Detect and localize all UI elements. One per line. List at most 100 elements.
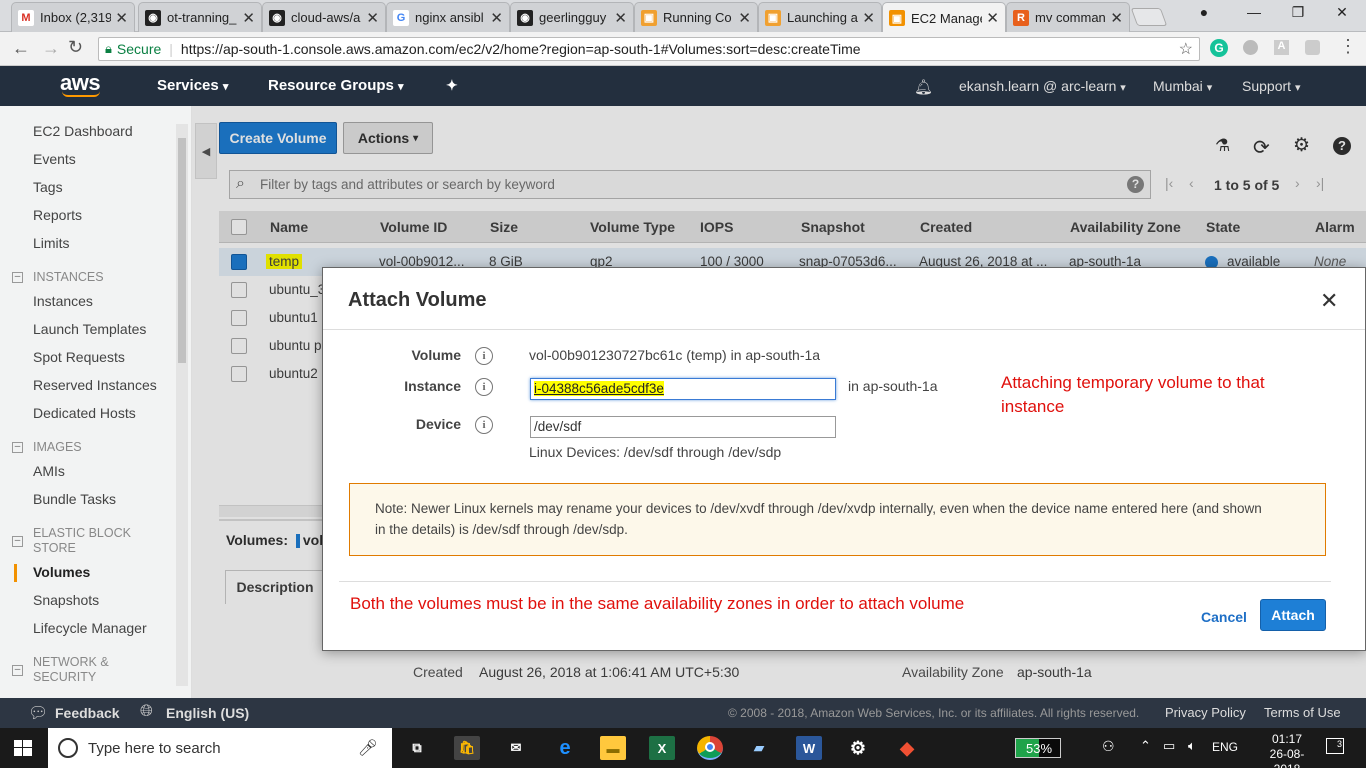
sidebar-item-amis[interactable]: AMIs (33, 463, 65, 479)
sidebar-item-spot-requests[interactable]: Spot Requests (33, 349, 125, 365)
feedback-link[interactable]: Feedback (55, 705, 120, 721)
language-selector[interactable]: English (US) (166, 705, 249, 721)
back-icon[interactable]: ← (12, 38, 30, 59)
extension-icon-2[interactable] (1305, 40, 1320, 55)
file-explorer-icon[interactable]: ▬ (600, 736, 626, 760)
sidebar-item-instances[interactable]: Instances (33, 293, 93, 309)
region-menu[interactable]: Mumbai ▾ (1153, 78, 1212, 94)
secure-label: Secure (116, 41, 162, 57)
collapse-icon[interactable]: – (12, 272, 23, 283)
privacy-policy-link[interactable]: Privacy Policy (1165, 705, 1246, 720)
close-tab-icon[interactable]: ✕ (738, 9, 751, 27)
url-text: https://ap-south-1.console.aws.amazon.co… (180, 41, 861, 57)
resource-groups-menu[interactable]: Resource Groups ▾ (268, 77, 404, 94)
browser-tab[interactable]: ◉ geerlingguy ✕ (510, 2, 634, 32)
sidebar-item-lifecycle-manager[interactable]: Lifecycle Manager (33, 620, 147, 636)
close-icon[interactable]: ✕ (1320, 288, 1338, 314)
cancel-button[interactable]: Cancel (1201, 609, 1247, 625)
close-tab-icon[interactable]: ✕ (242, 9, 255, 27)
word-icon[interactable]: W (796, 736, 822, 760)
people-icon[interactable]: ⚇ (1102, 738, 1115, 755)
mail-icon[interactable]: ✉ (503, 736, 529, 760)
sidebar-item-dedicated-hosts[interactable]: Dedicated Hosts (33, 405, 136, 421)
collapse-icon[interactable]: – (12, 442, 23, 453)
notifications-icon[interactable]: 3 (1326, 738, 1344, 754)
sidebar-item-bundle-tasks[interactable]: Bundle Tasks (33, 491, 116, 507)
sidebar-item-reserved-instances[interactable]: Reserved Instances (33, 377, 157, 393)
profile-icon[interactable]: ● (1184, 4, 1224, 20)
close-window-button[interactable]: ✕ (1322, 4, 1362, 21)
forward-icon[interactable]: → (42, 38, 60, 59)
attach-volume-dialog: Attach Volume ✕ Volume i vol-00b90123072… (322, 267, 1366, 651)
omnibox[interactable]: 🔒︎ Secure | https://ap-south-1.console.a… (98, 37, 1200, 61)
chrome-menu-icon[interactable]: ⋮ (1339, 36, 1357, 57)
bookmark-star-icon[interactable]: ☆ (1179, 39, 1193, 59)
system-clock[interactable]: 01:17 26-08-2018 (1257, 732, 1317, 768)
battery-indicator[interactable]: 53% (1015, 738, 1061, 758)
sidebar-item-reports[interactable]: Reports (33, 207, 82, 223)
sidebar-scroll-thumb[interactable] (178, 138, 186, 363)
minimize-button[interactable]: — (1234, 4, 1274, 20)
extension-a-icon[interactable]: A (1274, 40, 1289, 55)
grammarly-extension-icon[interactable]: G (1210, 39, 1228, 57)
device-input[interactable]: /dev/sdf (530, 416, 836, 438)
browser-tab[interactable]: ▣ Running Co ✕ (634, 2, 758, 32)
microphone-icon[interactable]: 🎤︎ (358, 738, 378, 758)
notes-icon[interactable]: ▰ (746, 736, 772, 760)
reload-icon[interactable]: ↻ (68, 37, 83, 58)
edge-icon[interactable]: e (552, 736, 578, 760)
pin-icon[interactable]: ✦ (446, 77, 458, 94)
git-icon[interactable]: ◆ (894, 736, 920, 760)
network-icon[interactable]: ▭ (1163, 738, 1175, 754)
browser-tab[interactable]: Rmv comman ✕ (1006, 2, 1130, 32)
sidebar-item-snapshots[interactable]: Snapshots (33, 592, 99, 608)
store-icon[interactable]: 🛍︎ (454, 736, 480, 760)
instance-input[interactable]: i-04388c56ade5cdf3e (530, 378, 836, 400)
excel-icon[interactable]: X (649, 736, 675, 760)
browser-tab[interactable]: ◉ ot-tranning_ ✕ (138, 2, 262, 32)
chrome-icon[interactable] (697, 736, 723, 760)
browser-tab-title: Inbox (2,319 (40, 10, 112, 25)
support-menu[interactable]: Support ▾ (1242, 78, 1300, 94)
info-icon[interactable]: i (475, 416, 493, 434)
settings-icon[interactable]: ⚙ (845, 736, 871, 760)
sidebar-item-ec2-dashboard[interactable]: EC2 Dashboard (33, 123, 133, 139)
maximize-button[interactable]: ❐ (1278, 4, 1318, 21)
info-icon[interactable]: i (475, 347, 493, 365)
github-icon: ◉ (517, 9, 533, 26)
close-tab-icon[interactable]: ✕ (614, 9, 627, 27)
sidebar-item-events[interactable]: Events (33, 151, 76, 167)
terms-of-use-link[interactable]: Terms of Use (1264, 705, 1341, 720)
close-tab-icon[interactable]: ✕ (1110, 9, 1123, 27)
sidebar-item-limits[interactable]: Limits (33, 235, 70, 251)
attach-button[interactable]: Attach (1260, 599, 1326, 631)
services-menu[interactable]: Services ▾ (157, 77, 228, 94)
browser-tab[interactable]: ▣ EC2 Manage ✕ (882, 2, 1006, 33)
browser-tab[interactable]: Gnginx ansibl ✕ (386, 2, 510, 32)
close-tab-icon[interactable]: ✕ (862, 9, 875, 27)
sidebar-item-volumes[interactable]: Volumes (33, 564, 90, 580)
info-icon[interactable]: i (475, 378, 493, 396)
browser-tab[interactable]: ◉ cloud-aws/a ✕ (262, 2, 386, 32)
close-tab-icon[interactable]: ✕ (986, 9, 999, 27)
taskbar-search-box[interactable]: Type here to search 🎤︎ (48, 728, 392, 768)
collapse-icon[interactable]: – (12, 536, 23, 547)
show-hidden-icons[interactable]: ⌃ (1140, 738, 1151, 754)
input-language[interactable]: ENG (1212, 740, 1238, 754)
windows-start-icon[interactable] (14, 740, 32, 756)
new-tab-button[interactable] (1130, 8, 1168, 26)
collapse-icon[interactable]: – (12, 665, 23, 676)
extension-icon[interactable] (1243, 40, 1258, 55)
close-tab-icon[interactable]: ✕ (490, 9, 503, 27)
sidebar-item-tags[interactable]: Tags (33, 179, 63, 195)
close-tab-icon[interactable]: ✕ (366, 9, 379, 27)
browser-tab[interactable]: ▣ Launching a ✕ (758, 2, 882, 32)
volume-icon[interactable]: 🔈︎ (1188, 738, 1196, 754)
sidebar-scrollbar[interactable] (176, 124, 188, 686)
bell-icon[interactable]: 🔔︎ (914, 78, 933, 96)
close-tab-icon[interactable]: ✕ (115, 9, 128, 27)
browser-tab[interactable]: M Inbox (2,319 ✕ (11, 2, 135, 32)
sidebar-item-launch-templates[interactable]: Launch Templates (33, 321, 146, 337)
account-menu[interactable]: ekansh.learn @ arc-learn ▾ (959, 78, 1126, 94)
task-view-icon[interactable]: ⧉ (404, 736, 430, 760)
